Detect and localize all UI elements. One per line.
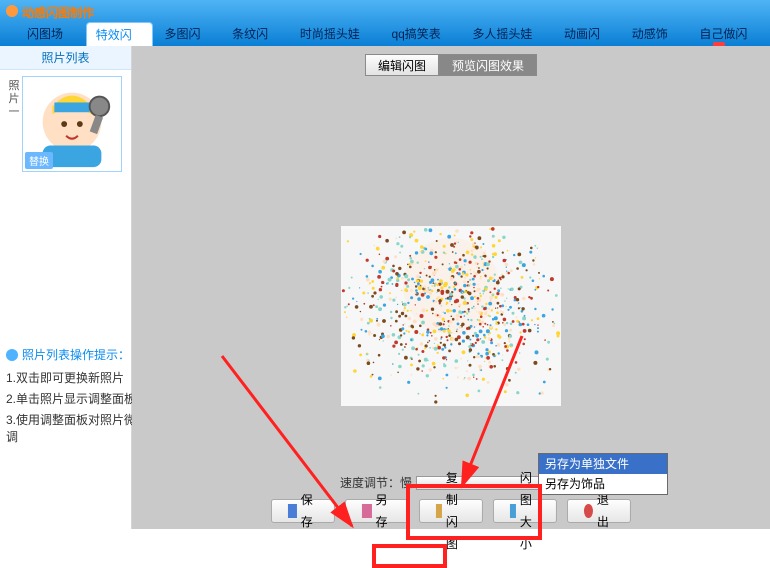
tab-edit-preview[interactable]: 编辑闪图 [365, 54, 439, 76]
tab-scene[interactable]: 闪图场景 [18, 22, 84, 46]
photo-thumbnail[interactable]: 替换 [22, 76, 122, 172]
main-tabs: 闪图场景 特效闪图 多图闪图 条纹闪图 时尚摇头娃娃 qq搞笑表情 多人摇头娃娃… [18, 22, 770, 46]
app-title: 动感闪图制作 [22, 4, 94, 21]
saveas-button-label: 另存 [376, 489, 392, 533]
save-button[interactable]: 保 存 [271, 499, 335, 523]
copy-button[interactable]: 复制闪图 [419, 499, 483, 523]
app-logo-icon [6, 5, 18, 17]
exit-button-label: 退 出 [597, 489, 614, 533]
tab-effect[interactable]: 特效闪图 [86, 22, 154, 46]
saveas-button[interactable]: 另存 [345, 499, 409, 523]
copy-icon [436, 504, 442, 518]
tab-anim-text[interactable]: 动画闪字 [555, 22, 621, 46]
sidebar-title: 照片列表 [0, 46, 131, 70]
exit-icon [584, 504, 593, 518]
preview-canvas [341, 226, 561, 406]
tab-multi[interactable]: 多图闪图 [155, 22, 221, 46]
dropdown-item-save-file[interactable]: 另存为单独文件 [539, 454, 667, 474]
hints-title: 照片列表操作提示： [6, 346, 136, 363]
dropdown-item-save-deco[interactable]: 另存为饰品 [539, 474, 667, 494]
thumb-label: 照片一 [6, 76, 22, 166]
save-icon [288, 504, 297, 518]
replace-badge[interactable]: 替换 [25, 152, 53, 169]
tab-qq-emoji[interactable]: qq搞笑表情 [382, 22, 461, 46]
copy-button-label: 复制闪图 [446, 467, 466, 555]
save-button-label: 保 存 [301, 489, 318, 533]
size-icon [510, 504, 516, 518]
tab-diy[interactable]: 自己做闪图 [690, 22, 768, 46]
tab-preview-effect[interactable]: 预览闪图效果 [439, 54, 537, 76]
tab-dynamic-deco[interactable]: 动感饰品 [623, 22, 689, 46]
tab-stripe[interactable]: 条纹闪图 [223, 22, 289, 46]
hints-panel: 照片列表操作提示： 1.双击即可更换新照片 2.单击照片显示调整面板 3.使用调… [6, 346, 136, 449]
speed-slow-label: 慢 [400, 474, 412, 491]
main-canvas-area: 编辑闪图 预览闪图效果 速度调节： 慢 快 另存为单独文件 另存为饰品 保 存 [132, 46, 770, 529]
tab-fashion-doll[interactable]: 时尚摇头娃娃 [291, 22, 381, 46]
annotation-box [372, 544, 447, 568]
hint-item: 1.双击即可更换新照片 [6, 369, 136, 386]
hint-item: 3.使用调整面板对照片微调 [6, 411, 136, 445]
hint-item: 2.单击照片显示调整面板 [6, 390, 136, 407]
tab-multi-doll[interactable]: 多人摇头娃娃 [463, 22, 553, 46]
bottom-toolbar: 保 存 另存 复制闪图 闪图大小 退 出 [271, 499, 631, 523]
size-button[interactable]: 闪图大小 [493, 499, 557, 523]
size-button-label: 闪图大小 [520, 467, 540, 555]
saveas-icon [362, 504, 372, 518]
sidebar: 照片列表 照片一 替换 照片列表操作提示： 1.双击即可 [0, 46, 132, 529]
saveas-dropdown[interactable]: 另存为单独文件 另存为饰品 [538, 453, 668, 495]
exit-button[interactable]: 退 出 [567, 499, 631, 523]
